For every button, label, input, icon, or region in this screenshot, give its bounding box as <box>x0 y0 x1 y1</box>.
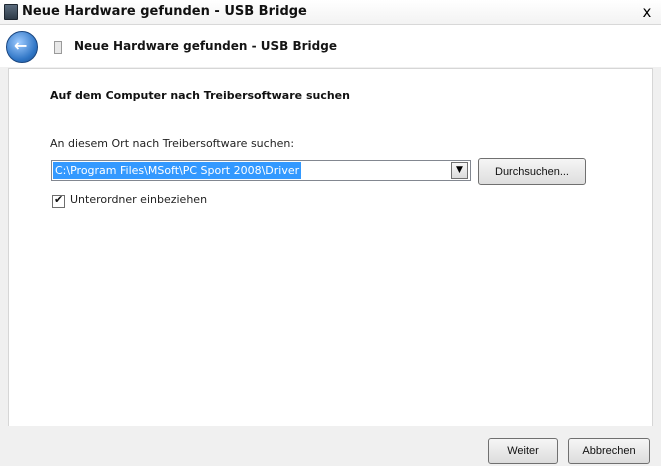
path-input[interactable]: C:\Program Files\MSoft\PC Sport 2008\Dri… <box>53 162 302 179</box>
close-button[interactable]: x <box>637 2 657 22</box>
chevron-down-icon[interactable]: ▼ <box>451 162 468 179</box>
include-subfolders-label[interactable]: Unterordner einbeziehen <box>70 193 207 206</box>
page-heading: Auf dem Computer nach Treibersoftware su… <box>50 89 350 102</box>
wizard-window: Neue Hardware gefunden - USB Bridge x ← … <box>0 0 661 466</box>
include-subfolders-checkbox[interactable]: ✔ <box>52 193 65 208</box>
title-bar: Neue Hardware gefunden - USB Bridge x <box>0 0 661 25</box>
back-button[interactable]: ← <box>6 31 38 63</box>
location-label: An diesem Ort nach Treibersoftware suche… <box>50 137 295 150</box>
next-button[interactable]: Weiter <box>488 438 558 464</box>
hardware-icon <box>54 41 62 54</box>
wizard-title: Neue Hardware gefunden - USB Bridge <box>74 39 337 53</box>
window-icon <box>4 4 18 20</box>
back-arrow-icon: ← <box>14 36 28 55</box>
window-title: Neue Hardware gefunden - USB Bridge <box>22 4 307 19</box>
checkmark-icon: ✔ <box>54 193 64 206</box>
wizard-header: ← Neue Hardware gefunden - USB Bridge <box>0 25 661 67</box>
cancel-button[interactable]: Abbrechen <box>568 438 650 464</box>
footer-bar: Weiter Abbrechen <box>0 426 661 466</box>
content-panel: Auf dem Computer nach Treibersoftware su… <box>8 68 653 427</box>
browse-button[interactable]: Durchsuchen... <box>478 158 586 185</box>
path-combobox[interactable]: C:\Program Files\MSoft\PC Sport 2008\Dri… <box>51 160 471 181</box>
